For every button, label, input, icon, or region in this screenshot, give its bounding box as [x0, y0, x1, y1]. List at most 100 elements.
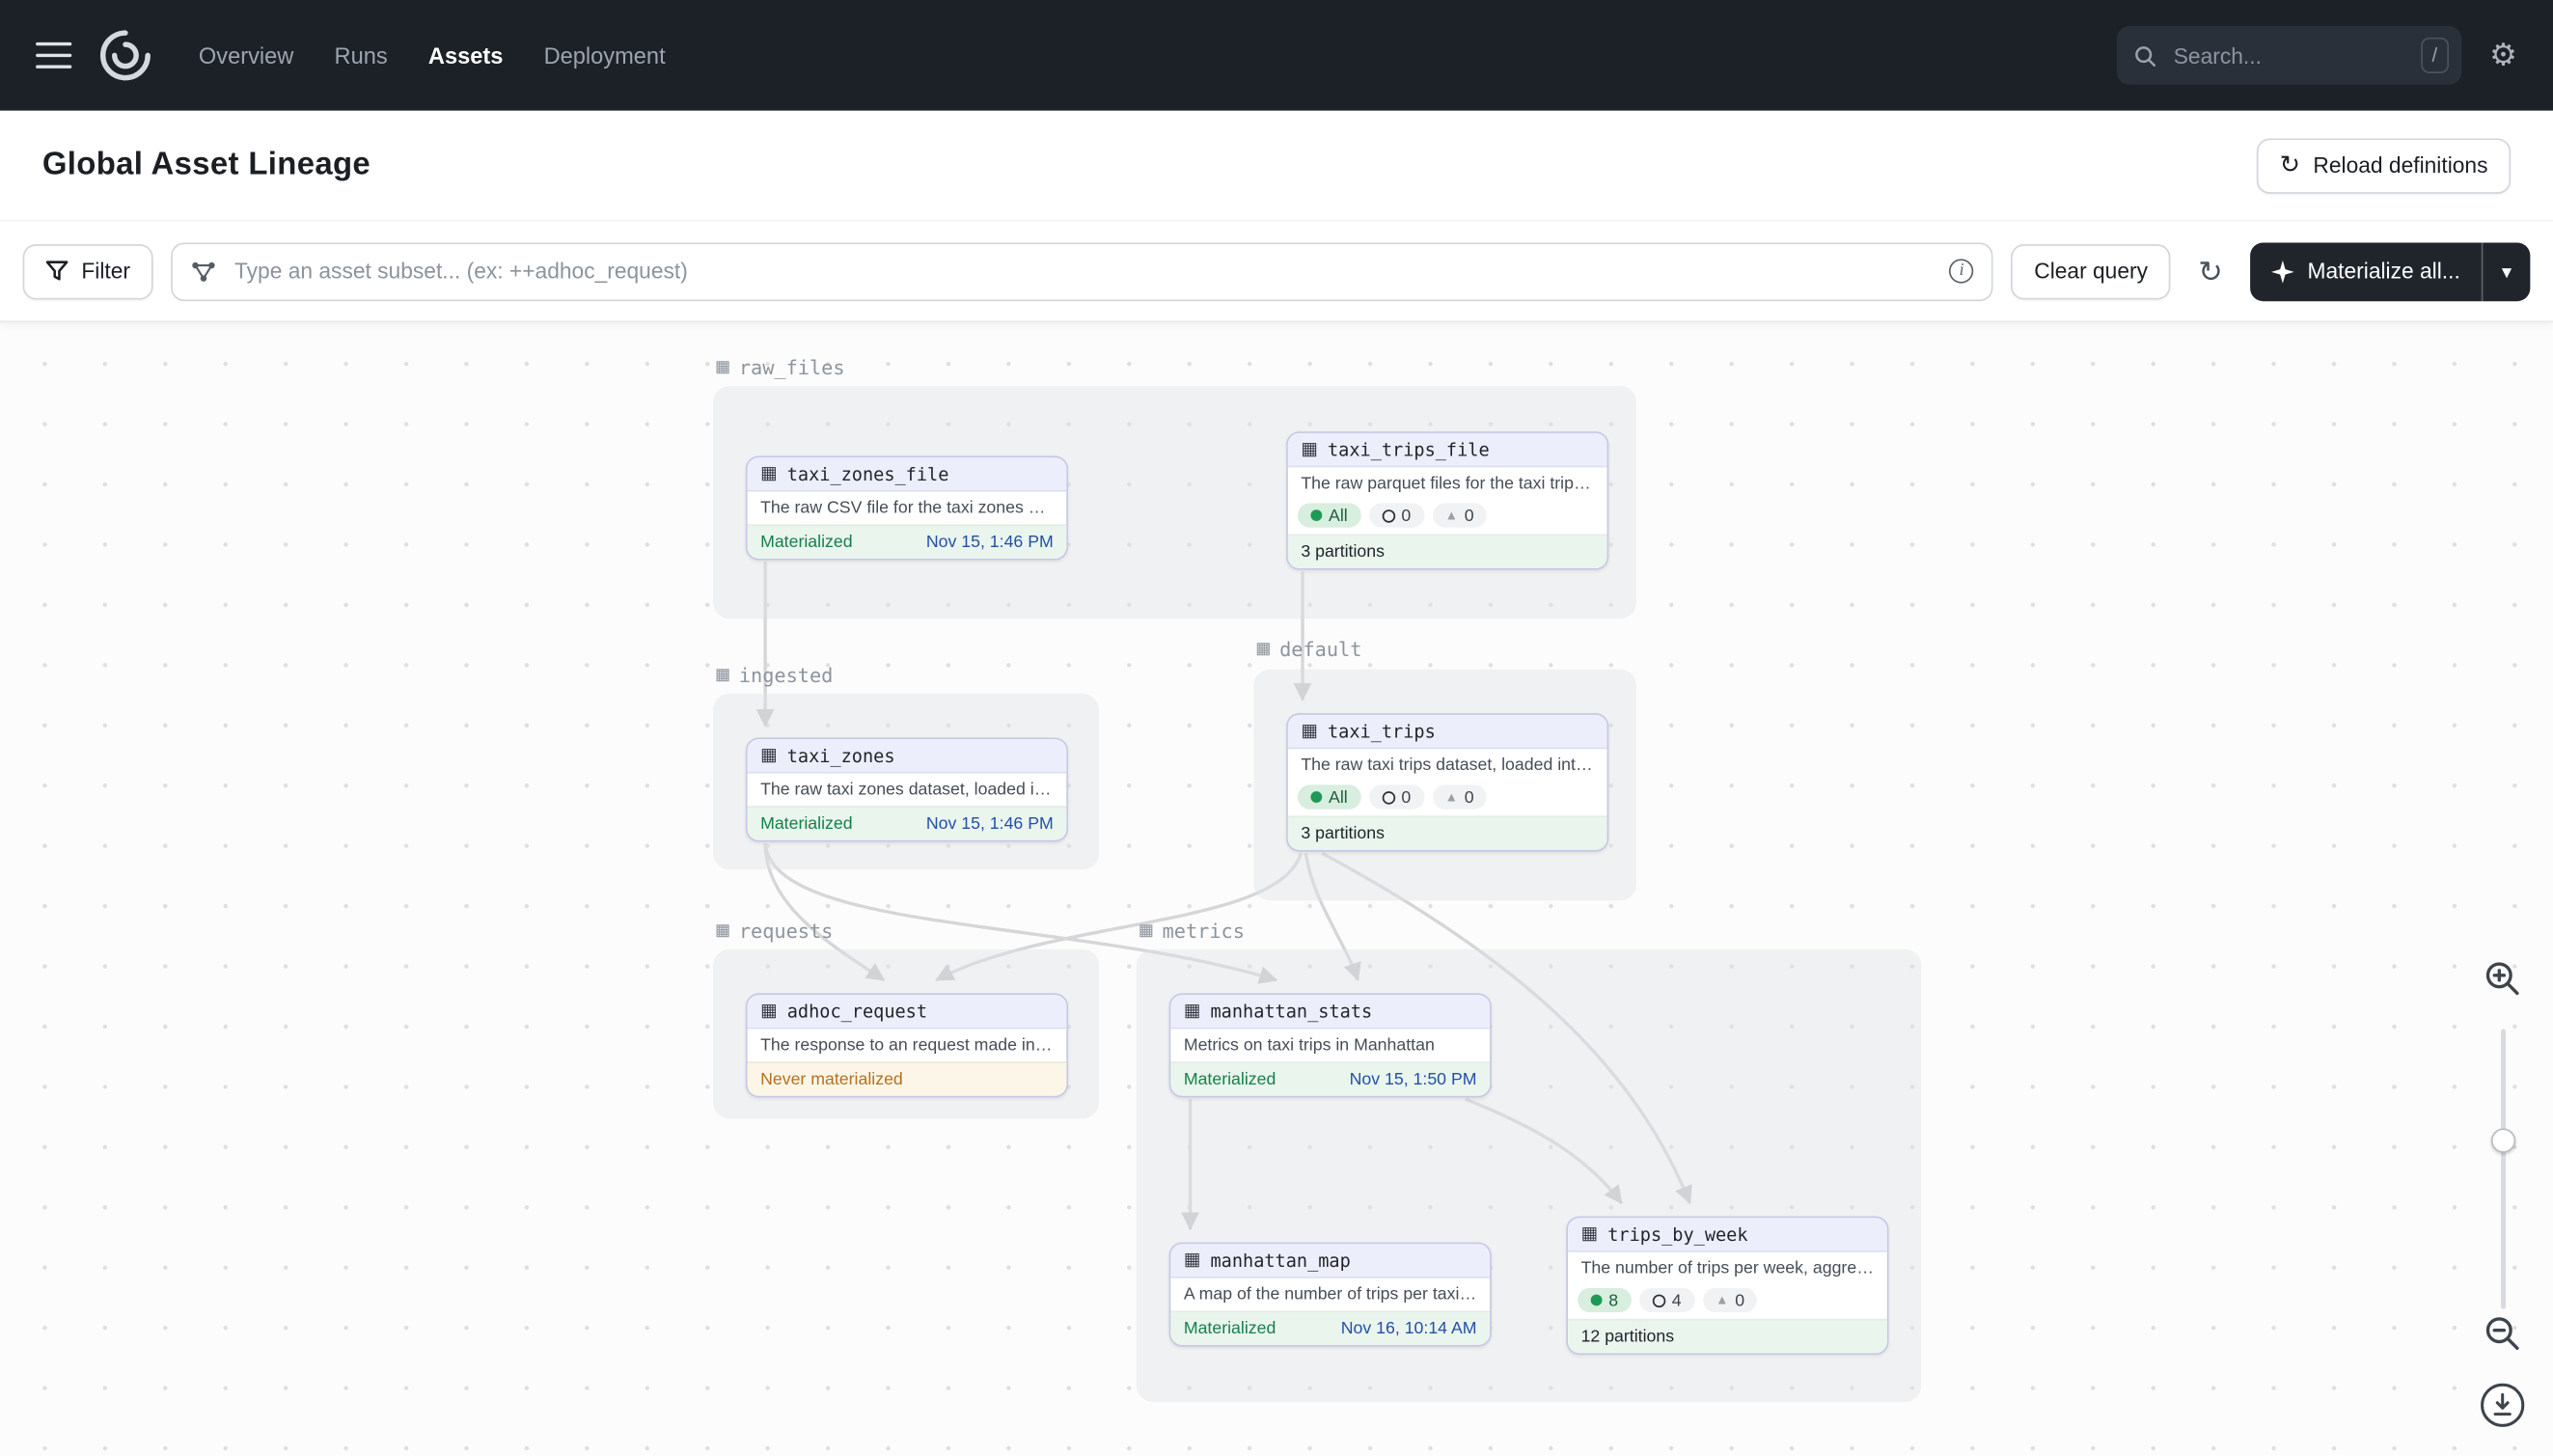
- global-search-box[interactable]: /: [2117, 26, 2462, 85]
- partitions-count: 3 partitions: [1288, 815, 1607, 849]
- asset-name: taxi_trips_file: [1328, 437, 1490, 461]
- asset-status-footer: Materialized Nov 15, 1:46 PM: [748, 524, 1067, 558]
- materialize-options-button[interactable]: ▾: [2482, 242, 2531, 301]
- zoom-out-icon: [2482, 1312, 2524, 1355]
- download-view-button[interactable]: [2478, 1381, 2527, 1430]
- asset-node-taxi-trips[interactable]: ▦ taxi_trips The raw taxi trips dataset,…: [1286, 713, 1608, 851]
- table-icon: ▦: [717, 663, 729, 687]
- search-input[interactable]: [2170, 41, 2407, 69]
- warning-triangle-icon: ▲: [1445, 790, 1458, 804]
- partitions-failed-chip[interactable]: ▲ 0: [1432, 784, 1487, 809]
- table-icon: ▦: [760, 747, 778, 765]
- group-label-default[interactable]: ▦ default: [1257, 637, 1362, 661]
- partitions-count: 12 partitions: [1568, 1319, 1887, 1353]
- asset-node-header: ▦ taxi_trips_file: [1288, 433, 1607, 467]
- asset-node-header: ▦ taxi_trips: [1288, 715, 1607, 749]
- materialized-status: Materialized: [1184, 1067, 1276, 1091]
- asset-node-manhattan-stats[interactable]: ▦ manhattan_stats Metrics on taxi trips …: [1169, 993, 1492, 1097]
- group-name: raw_files: [739, 356, 845, 379]
- lineage-canvas[interactable]: ▦ raw_files ▦ ingested ▦ default ▦ reque…: [0, 322, 2553, 1456]
- group-name: default: [1279, 638, 1361, 661]
- materialized-timestamp[interactable]: Nov 15, 1:46 PM: [926, 811, 1054, 836]
- navbar-right: / ⚙: [2117, 26, 2517, 85]
- asset-node-header: ▦ manhattan_map: [1170, 1244, 1490, 1277]
- table-icon: ▦: [760, 465, 778, 483]
- asset-query-field[interactable]: i: [171, 242, 1993, 301]
- filter-label: Filter: [81, 259, 130, 283]
- partitions-success-chip[interactable]: All: [1298, 784, 1360, 809]
- group-name: requests: [739, 920, 834, 943]
- materialized-timestamp[interactable]: Nov 15, 1:50 PM: [1350, 1067, 1477, 1091]
- nav-item-runs[interactable]: Runs: [335, 42, 388, 69]
- partition-status-chips: 8 4 ▲ 0: [1568, 1284, 1887, 1318]
- asset-status-footer: Materialized Nov 15, 1:50 PM: [1170, 1061, 1490, 1095]
- hamburger-menu-icon[interactable]: [36, 38, 75, 73]
- zoom-slider-handle[interactable]: [2491, 1128, 2515, 1152]
- materialize-all-label: Materialize all...: [2308, 259, 2460, 283]
- zoom-slider-track[interactable]: [2501, 1030, 2506, 1309]
- reload-definitions-button[interactable]: ↻ Reload definitions: [2257, 138, 2511, 193]
- asset-name: taxi_zones_file: [787, 461, 949, 485]
- search-shortcut-key: /: [2421, 38, 2449, 73]
- table-icon: ▦: [1139, 919, 1152, 943]
- materialize-all-button[interactable]: Materialize all...: [2250, 242, 2481, 301]
- partitions-failed-chip[interactable]: ▲ 0: [1703, 1288, 1758, 1312]
- zoom-in-icon: [2482, 957, 2524, 1000]
- caret-down-icon: ▾: [2502, 260, 2512, 283]
- asset-node-taxi-zones[interactable]: ▦ taxi_zones The raw taxi zones dataset,…: [746, 737, 1068, 841]
- nav-item-assets[interactable]: Assets: [428, 42, 503, 69]
- asset-node-adhoc-request[interactable]: ▦ adhoc_request The response to an reque…: [746, 993, 1068, 1097]
- asset-node-taxi-trips-file[interactable]: ▦ taxi_trips_file The raw parquet files …: [1286, 431, 1608, 569]
- asset-name: trips_by_week: [1607, 1222, 1747, 1246]
- nav-item-overview[interactable]: Overview: [199, 42, 293, 69]
- asset-description: The raw taxi trips dataset, loaded into …: [1288, 749, 1607, 782]
- info-icon[interactable]: i: [1949, 259, 1973, 283]
- partitions-missing-chip[interactable]: 4: [1639, 1288, 1694, 1312]
- asset-node-taxi-zones-file[interactable]: ▦ taxi_zones_file The raw CSV file for t…: [746, 456, 1068, 561]
- asset-query-input[interactable]: [232, 258, 1935, 286]
- asset-node-header: ▦ manhattan_stats: [1170, 995, 1490, 1029]
- dagster-logo[interactable]: [95, 24, 156, 86]
- asset-node-header: ▦ trips_by_week: [1568, 1218, 1887, 1251]
- zoom-out-button[interactable]: [2482, 1312, 2524, 1355]
- page-title: Global Asset Lineage: [42, 147, 371, 184]
- download-icon: [2478, 1381, 2527, 1430]
- asset-node-trips-by-week[interactable]: ▦ trips_by_week The number of trips per …: [1566, 1217, 1888, 1355]
- table-icon: ▦: [1301, 722, 1318, 740]
- partitions-missing-chip[interactable]: 0: [1369, 503, 1424, 527]
- refresh-graph-button[interactable]: ↻: [2188, 253, 2233, 288]
- asset-name: adhoc_request: [787, 999, 927, 1023]
- table-icon: ▦: [1581, 1225, 1599, 1244]
- partitions-success-chip[interactable]: 8: [1578, 1288, 1631, 1312]
- circle-outline-icon: [1653, 1294, 1666, 1307]
- top-navbar: Overview Runs Assets Deployment / ⚙: [0, 0, 2553, 111]
- clear-query-button[interactable]: Clear query: [2012, 243, 2171, 298]
- green-dot-icon: [1310, 791, 1322, 803]
- warning-triangle-icon: ▲: [1445, 508, 1458, 522]
- gear-icon[interactable]: ⚙: [2489, 40, 2517, 70]
- nav-item-deployment[interactable]: Deployment: [544, 42, 666, 69]
- partitions-missing-chip[interactable]: 0: [1369, 784, 1424, 809]
- partitions-success-chip[interactable]: All: [1298, 503, 1360, 527]
- asset-description: The raw CSV file for the taxi zones dat.…: [748, 492, 1067, 525]
- table-icon: ▦: [760, 1003, 778, 1021]
- group-label-metrics[interactable]: ▦ metrics: [1139, 919, 1245, 943]
- partitions-failed-chip[interactable]: ▲ 0: [1432, 503, 1487, 527]
- materialized-timestamp[interactable]: Nov 15, 1:46 PM: [926, 530, 1054, 554]
- table-icon: ▦: [717, 355, 729, 379]
- asset-name: manhattan_map: [1210, 1248, 1350, 1272]
- circle-outline-icon: [1382, 790, 1395, 804]
- asset-name: manhattan_stats: [1210, 999, 1372, 1023]
- filter-button[interactable]: Filter: [23, 243, 153, 298]
- zoom-in-button[interactable]: [2482, 957, 2524, 1000]
- reload-definitions-label: Reload definitions: [2313, 153, 2487, 178]
- group-label-ingested[interactable]: ▦ ingested: [717, 663, 834, 687]
- green-dot-icon: [1310, 509, 1322, 521]
- group-label-raw-files[interactable]: ▦ raw_files: [717, 355, 845, 379]
- group-label-requests[interactable]: ▦ requests: [717, 919, 834, 943]
- asset-description: The response to an request made in th...: [748, 1030, 1067, 1062]
- materialized-timestamp[interactable]: Nov 16, 10:14 AM: [1341, 1316, 1477, 1340]
- refresh-icon: ↻: [2280, 153, 2300, 178]
- asset-node-manhattan-map[interactable]: ▦ manhattan_map A map of the number of t…: [1169, 1243, 1492, 1347]
- filter-funnel-icon: [45, 261, 69, 282]
